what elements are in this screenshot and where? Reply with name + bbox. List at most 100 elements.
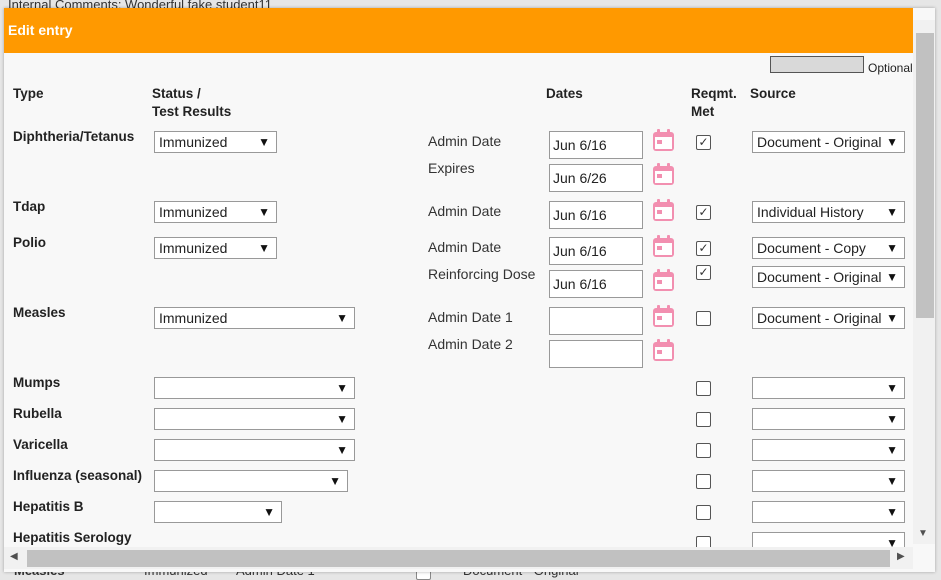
date-input-tdap-admin[interactable]: Jun 6/16 bbox=[549, 201, 643, 229]
source-select-influenza[interactable]: ▼ bbox=[752, 470, 905, 492]
chevron-down-icon: ▼ bbox=[329, 474, 341, 488]
chevron-down-icon: ▼ bbox=[336, 443, 348, 457]
date-label-admin: Admin Date bbox=[428, 239, 502, 255]
horizontal-scrollbar[interactable]: ◀ ▶ bbox=[4, 547, 913, 569]
status-select-hepatitis-b[interactable]: ▼ bbox=[154, 501, 282, 523]
reqmt-checkbox-varicella[interactable] bbox=[696, 443, 711, 458]
source-select-varicella[interactable]: ▼ bbox=[752, 439, 905, 461]
source-select-mumps[interactable]: ▼ bbox=[752, 377, 905, 399]
reqmt-checkbox-hepatitis-b[interactable] bbox=[696, 505, 711, 520]
source-select-tdap[interactable]: Individual History ▼ bbox=[752, 201, 905, 223]
header-type: Type bbox=[13, 86, 44, 101]
header-status: Status / Test Results bbox=[152, 85, 231, 121]
reqmt-checkbox-tdap[interactable]: ✓ bbox=[696, 205, 711, 220]
date-label-expires: Expires bbox=[428, 160, 475, 176]
horizontal-scroll-thumb[interactable] bbox=[27, 550, 890, 567]
status-select-tdap[interactable]: Immunized ▼ bbox=[154, 201, 277, 223]
reqmt-checkbox-influenza[interactable] bbox=[696, 474, 711, 489]
type-diphtheria-tetanus: Diphtheria/Tetanus bbox=[13, 129, 135, 144]
chevron-down-icon: ▼ bbox=[886, 505, 898, 519]
calendar-icon[interactable] bbox=[653, 339, 674, 361]
source-select-polio[interactable]: Document - Copy ▼ bbox=[752, 237, 905, 259]
optional-legend-swatch bbox=[770, 56, 864, 73]
reqmt-checkbox-polio[interactable]: ✓ bbox=[696, 241, 711, 256]
scroll-left-arrow-icon[interactable]: ◀ bbox=[10, 551, 18, 562]
status-value: Immunized bbox=[159, 310, 228, 326]
date-label-admin-1: Admin Date 1 bbox=[428, 309, 513, 325]
header-reqmt-met: Reqmt. Met bbox=[691, 85, 737, 121]
type-hepatitis-serology: Hepatitis Serology bbox=[13, 530, 132, 545]
reqmt-checkbox-mumps[interactable] bbox=[696, 381, 711, 396]
date-label-admin-2: Admin Date 2 bbox=[428, 336, 513, 352]
header-status-line2: Test Results bbox=[152, 104, 232, 119]
chevron-down-icon: ▼ bbox=[886, 241, 898, 255]
chevron-down-icon: ▼ bbox=[336, 311, 348, 325]
date-input-diphtheria-admin[interactable]: Jun 6/16 bbox=[549, 131, 643, 159]
date-label-admin: Admin Date bbox=[428, 133, 502, 149]
date-input-diphtheria-expires[interactable]: Jun 6/26 bbox=[549, 164, 643, 192]
chevron-down-icon: ▼ bbox=[886, 381, 898, 395]
calendar-icon[interactable] bbox=[653, 163, 674, 185]
chevron-down-icon: ▼ bbox=[886, 474, 898, 488]
status-select-rubella[interactable]: ▼ bbox=[154, 408, 355, 430]
date-input-polio-admin[interactable]: Jun 6/16 bbox=[549, 237, 643, 265]
vertical-scroll-thumb[interactable] bbox=[916, 33, 934, 318]
source-value: Document - Original bbox=[757, 269, 882, 285]
source-value: Document - Original bbox=[757, 310, 882, 326]
status-select-diphtheria[interactable]: Immunized ▼ bbox=[154, 131, 277, 153]
source-select-hepatitis-b[interactable]: ▼ bbox=[752, 501, 905, 523]
type-varicella: Varicella bbox=[13, 437, 68, 452]
header-dates: Dates bbox=[546, 86, 583, 101]
header-status-line1: Status / bbox=[152, 86, 201, 101]
calendar-icon[interactable] bbox=[653, 269, 674, 291]
chevron-down-icon: ▼ bbox=[336, 412, 348, 426]
chevron-down-icon: ▼ bbox=[886, 412, 898, 426]
date-input-polio-reinforcing[interactable]: Jun 6/16 bbox=[549, 270, 643, 298]
chevron-down-icon: ▼ bbox=[886, 311, 898, 325]
reqmt-checkbox-diphtheria[interactable]: ✓ bbox=[696, 135, 711, 150]
type-rubella: Rubella bbox=[13, 406, 62, 421]
calendar-icon[interactable] bbox=[653, 305, 674, 327]
date-label-admin: Admin Date bbox=[428, 203, 502, 219]
source-value: Document - Copy bbox=[757, 240, 866, 256]
reqmt-checkbox-polio-reinforcing[interactable]: ✓ bbox=[696, 265, 711, 280]
status-select-mumps[interactable]: ▼ bbox=[154, 377, 355, 399]
status-value: Immunized bbox=[159, 134, 228, 150]
source-value: Individual History bbox=[757, 204, 864, 220]
status-select-measles[interactable]: Immunized ▼ bbox=[154, 307, 355, 329]
chevron-down-icon: ▼ bbox=[258, 205, 270, 219]
scroll-right-arrow-icon[interactable]: ▶ bbox=[897, 551, 905, 562]
calendar-icon[interactable] bbox=[653, 235, 674, 257]
chevron-down-icon: ▼ bbox=[886, 443, 898, 457]
status-value: Immunized bbox=[159, 204, 228, 220]
header-reqmt-line2: Met bbox=[691, 104, 715, 119]
calendar-icon[interactable] bbox=[653, 129, 674, 151]
chevron-down-icon: ▼ bbox=[263, 505, 275, 519]
status-select-influenza[interactable]: ▼ bbox=[154, 470, 348, 492]
modal-title: Edit entry bbox=[4, 8, 913, 53]
status-select-polio[interactable]: Immunized ▼ bbox=[154, 237, 277, 259]
source-value: Document - Original bbox=[757, 134, 882, 150]
source-select-measles[interactable]: Document - Original ▼ bbox=[752, 307, 905, 329]
source-select-diphtheria[interactable]: Document - Original ▼ bbox=[752, 131, 905, 153]
type-hepatitis-b: Hepatitis B bbox=[13, 499, 84, 514]
source-select-rubella[interactable]: ▼ bbox=[752, 408, 905, 430]
date-input-measles-admin-2[interactable] bbox=[549, 340, 643, 368]
vertical-scrollbar[interactable]: ▼ bbox=[913, 20, 935, 544]
edit-entry-modal: Edit entry Optional Type Status / Test R… bbox=[4, 8, 935, 572]
chevron-down-icon: ▼ bbox=[886, 135, 898, 149]
status-value: Immunized bbox=[159, 240, 228, 256]
reqmt-checkbox-rubella[interactable] bbox=[696, 412, 711, 427]
type-measles: Measles bbox=[13, 305, 66, 320]
date-label-reinforcing: Reinforcing Dose bbox=[428, 266, 536, 282]
header-source: Source bbox=[750, 86, 796, 101]
scroll-down-arrow-icon[interactable]: ▼ bbox=[918, 528, 928, 539]
source-select-polio-reinforcing[interactable]: Document - Original ▼ bbox=[752, 266, 905, 288]
header-reqmt-line1: Reqmt. bbox=[691, 86, 737, 101]
type-polio: Polio bbox=[13, 235, 46, 250]
calendar-icon[interactable] bbox=[653, 199, 674, 221]
date-input-measles-admin-1[interactable] bbox=[549, 307, 643, 335]
reqmt-checkbox-measles[interactable] bbox=[696, 311, 711, 326]
optional-legend-label: Optional bbox=[868, 61, 913, 75]
status-select-varicella[interactable]: ▼ bbox=[154, 439, 355, 461]
